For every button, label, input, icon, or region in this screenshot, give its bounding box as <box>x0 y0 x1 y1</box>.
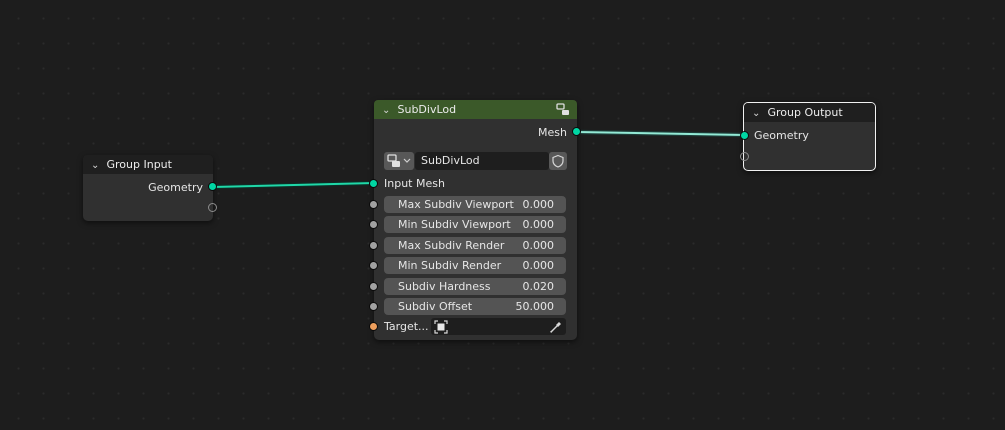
node-tree-name: SubDivLod <box>421 154 480 167</box>
collapse-chevron-icon[interactable]: ⌄ <box>752 104 764 123</box>
fake-user-button[interactable] <box>549 152 567 170</box>
collapse-chevron-icon[interactable]: ⌄ <box>382 101 394 120</box>
field-label: Subdiv Hardness <box>398 280 491 293</box>
node-tree-icon <box>387 154 411 167</box>
node-title: Group Output <box>767 106 843 119</box>
geometry-output-label: Geometry <box>148 181 203 194</box>
object-icon <box>434 320 448 334</box>
group-input-header[interactable]: ⌄ Group Input <box>83 155 213 174</box>
field-value: 50.000 <box>515 300 555 313</box>
extend-input-socket[interactable] <box>740 152 749 161</box>
mesh-output-label: Mesh <box>538 126 567 139</box>
field-label: Subdiv Offset <box>398 300 473 313</box>
min-subdiv-render-field[interactable]: Min Subdiv Render 0.000 <box>384 257 566 274</box>
group-output-header[interactable]: ⌄ Group Output <box>744 103 875 122</box>
node-tree-browse-button[interactable] <box>384 152 414 170</box>
field-value: 0.020 <box>522 280 555 293</box>
max-subdiv-viewport-socket[interactable] <box>369 200 378 209</box>
group-output-node[interactable]: ⌄ Group Output Geometry <box>740 102 876 171</box>
collapse-chevron-icon[interactable]: ⌄ <box>91 156 103 175</box>
subdiv-hardness-socket[interactable] <box>369 282 378 291</box>
field-label: Max Subdiv Viewport <box>398 198 514 211</box>
node-title: SubDivLod <box>397 103 457 116</box>
min-subdiv-render-socket[interactable] <box>369 261 378 270</box>
target-object-field[interactable] <box>431 318 566 335</box>
field-value: 0.000 <box>522 198 555 211</box>
node-tree-icon[interactable] <box>556 103 570 116</box>
subdiv-offset-socket[interactable] <box>369 302 378 311</box>
field-value: 0.000 <box>522 239 555 252</box>
max-subdiv-viewport-field[interactable]: Max Subdiv Viewport 0.000 <box>384 196 566 213</box>
node-title: Group Input <box>106 158 172 171</box>
mesh-output-socket[interactable] <box>572 127 581 136</box>
subdiv-hardness-field[interactable]: Subdiv Hardness 0.020 <box>384 278 566 295</box>
subdivlod-node[interactable]: ⌄ SubDivLod Mesh SubDivLod Input Mesh Ma… <box>369 100 581 340</box>
field-value: 0.000 <box>522 218 555 231</box>
subdivlod-header[interactable]: ⌄ SubDivLod <box>374 100 577 119</box>
node-tree-name-field[interactable]: SubDivLod <box>415 152 549 170</box>
link-input-geometry-to-input-mesh[interactable] <box>212 180 375 190</box>
field-label: Min Subdiv Render <box>398 259 502 272</box>
geometry-input-label: Geometry <box>754 129 809 142</box>
target-label: Target... <box>384 320 429 333</box>
field-value: 0.000 <box>522 259 555 272</box>
geometry-output-socket[interactable] <box>208 182 217 191</box>
extend-output-socket[interactable] <box>208 203 217 212</box>
eyedropper-icon[interactable] <box>549 320 563 334</box>
input-mesh-label: Input Mesh <box>384 177 445 190</box>
link-mesh-to-output-geometry[interactable] <box>576 129 745 138</box>
min-subdiv-viewport-field[interactable]: Min Subdiv Viewport 0.000 <box>384 216 566 233</box>
geometry-input-socket[interactable] <box>740 131 749 140</box>
field-label: Max Subdiv Render <box>398 239 505 252</box>
input-mesh-socket[interactable] <box>369 179 378 188</box>
shield-icon <box>552 154 564 168</box>
group-input-node[interactable]: ⌄ Group Input Geometry <box>83 155 217 221</box>
min-subdiv-viewport-socket[interactable] <box>369 220 378 229</box>
target-object-socket[interactable] <box>369 322 378 331</box>
subdiv-offset-field[interactable]: Subdiv Offset 50.000 <box>384 298 566 315</box>
max-subdiv-render-socket[interactable] <box>369 241 378 250</box>
max-subdiv-render-field[interactable]: Max Subdiv Render 0.000 <box>384 237 566 254</box>
field-label: Min Subdiv Viewport <box>398 218 511 231</box>
